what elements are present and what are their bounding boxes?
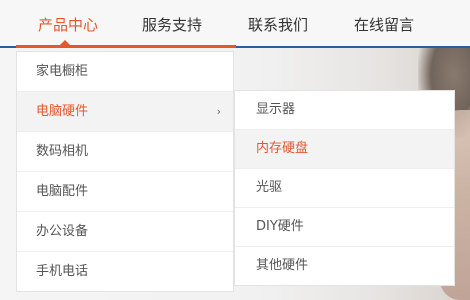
menu-item-digital-cameras[interactable]: 数码相机: [17, 132, 233, 172]
menu-item-appliances[interactable]: 家电橱柜: [17, 52, 233, 92]
caret-up-icon: [58, 40, 72, 47]
nav-item-contact[interactable]: 联系我们: [228, 0, 328, 46]
submenu-item-memory-storage[interactable]: 内存硬盘: [235, 130, 454, 169]
menu-item-label: 电脑配件: [36, 184, 89, 199]
active-nav-underline: [16, 45, 236, 48]
menu-item-label: 办公设备: [36, 224, 89, 239]
products-dropdown-menu: 家电橱柜 电脑硬件 › 数码相机 电脑配件 办公设备 手机电话: [16, 51, 234, 292]
submenu-item-optical-drives[interactable]: 光驱: [235, 169, 454, 208]
submenu-item-diy-hardware[interactable]: DIY硬件: [235, 208, 454, 247]
computer-hardware-submenu: 显示器 内存硬盘 光驱 DIY硬件 其他硬件: [234, 90, 455, 286]
submenu-item-monitors[interactable]: 显示器: [235, 91, 454, 130]
nav-item-message[interactable]: 在线留言: [334, 0, 434, 46]
menu-item-office-equipment[interactable]: 办公设备: [17, 212, 233, 252]
chevron-right-icon: ›: [216, 105, 221, 118]
menu-item-label: 家电橱柜: [36, 64, 89, 79]
nav-item-support[interactable]: 服务支持: [122, 0, 222, 46]
menu-item-computer-hardware[interactable]: 电脑硬件 ›: [17, 92, 233, 132]
menu-item-computer-accessories[interactable]: 电脑配件: [17, 172, 233, 212]
menu-item-label: 电脑硬件: [36, 104, 89, 119]
submenu-item-other-hardware[interactable]: 其他硬件: [235, 247, 454, 285]
menu-item-label: 手机电话: [36, 264, 89, 279]
menu-item-phones[interactable]: 手机电话: [17, 252, 233, 291]
menu-item-label: 数码相机: [36, 144, 89, 159]
